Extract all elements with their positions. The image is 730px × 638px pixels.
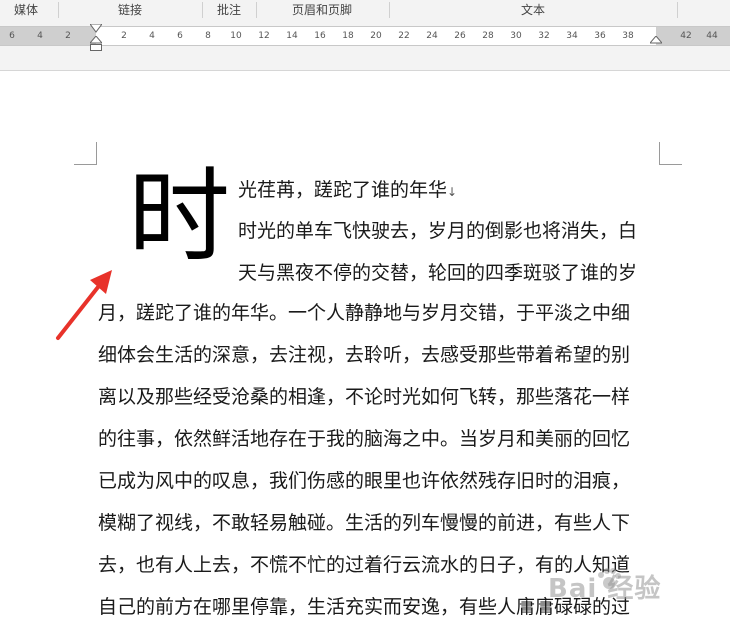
text-line[interactable]: 离以及那些经受沧桑的相逢，不论时光如何飞转，那些落花一样 [98, 382, 630, 409]
group-links[interactable]: 链接 [59, 0, 201, 20]
left-indent-marker[interactable] [90, 36, 102, 52]
ruler-tick: 6 [9, 31, 15, 41]
ribbon-group-labels: 媒体 链接 批注 页眉和页脚 文本 [0, 0, 730, 21]
ruler-tick: 20 [370, 31, 382, 41]
text-line[interactable]: 已成为风中的叹息，我们伤感的眼里也许依然残存旧时的泪痕， [98, 466, 630, 493]
ruler-tick: 16 [314, 31, 326, 41]
group-text[interactable]: 文本 [390, 0, 676, 20]
ruler-area: 6 4 2 2 4 6 8 10 12 14 16 18 20 22 24 26… [0, 20, 730, 71]
horizontal-ruler[interactable]: 6 4 2 2 4 6 8 10 12 14 16 18 20 22 24 26… [0, 26, 730, 46]
ruler-tick: 22 [398, 31, 410, 41]
text-line[interactable]: 模糊了视线，不敢轻易触碰。生活的列车慢慢的前进，有些人下 [98, 508, 630, 535]
paragraph-mark: ↓ [447, 185, 458, 199]
ruler-tick: 30 [510, 31, 522, 41]
ruler-tick: 38 [622, 31, 634, 41]
ruler-tick: 18 [342, 31, 354, 41]
ruler-tick: 14 [286, 31, 298, 41]
ruler-tick: 26 [454, 31, 466, 41]
text-line[interactable]: 时光的单车飞快驶去，岁月的倒影也将消失，白 [238, 216, 637, 243]
text-line[interactable]: 月，蹉跎了谁的年华。一个人静静地与岁月交错，于平淡之中细 [98, 298, 630, 325]
ruler-tick: 28 [482, 31, 494, 41]
arrow-icon [56, 270, 112, 340]
margin-corner-top-left [74, 142, 97, 165]
drop-cap[interactable]: 时 [128, 163, 230, 273]
margin-corner-top-right [659, 142, 682, 165]
ruler-tick: 34 [566, 31, 578, 41]
text-line[interactable]: 光荏苒，蹉跎了谁的年华↓ [238, 175, 457, 202]
ruler-tick: 4 [37, 31, 43, 41]
ruler-tick: 32 [538, 31, 550, 41]
ruler-tick: 42 [680, 31, 692, 41]
ruler-tick: 2 [121, 31, 127, 41]
text-line[interactable]: 的往事，依然鲜活地存在于我的脑海之中。当岁月和美丽的回忆 [98, 424, 630, 451]
watermark-logo: Bai 经验 [548, 574, 662, 604]
ruler-tick: 36 [594, 31, 606, 41]
ruler-tick: 4 [149, 31, 155, 41]
ruler-tick: 8 [205, 31, 211, 41]
ruler-tick: 10 [230, 31, 242, 41]
ruler-right-margin [656, 27, 730, 45]
group-media[interactable]: 媒体 [0, 0, 52, 20]
group-header-footer[interactable]: 页眉和页脚 [257, 0, 387, 20]
ruler-tick: 44 [706, 31, 718, 41]
ruler-tick: 24 [426, 31, 438, 41]
group-separator [677, 2, 678, 18]
group-comments[interactable]: 批注 [203, 0, 255, 20]
ruler-tick: 2 [65, 31, 71, 41]
text-line-content: 光荏苒，蹉跎了谁的年华 [238, 179, 448, 201]
right-indent-marker[interactable] [650, 36, 662, 45]
ruler-tick: 6 [177, 31, 183, 41]
text-line[interactable]: 细体会生活的深意，去注视，去聆听，去感受那些带着希望的别 [98, 340, 630, 367]
text-line[interactable]: 天与黑夜不停的交替，轮回的四季斑驳了谁的岁 [238, 258, 637, 285]
first-line-indent-marker[interactable] [90, 24, 102, 33]
ruler-tick: 12 [258, 31, 270, 41]
